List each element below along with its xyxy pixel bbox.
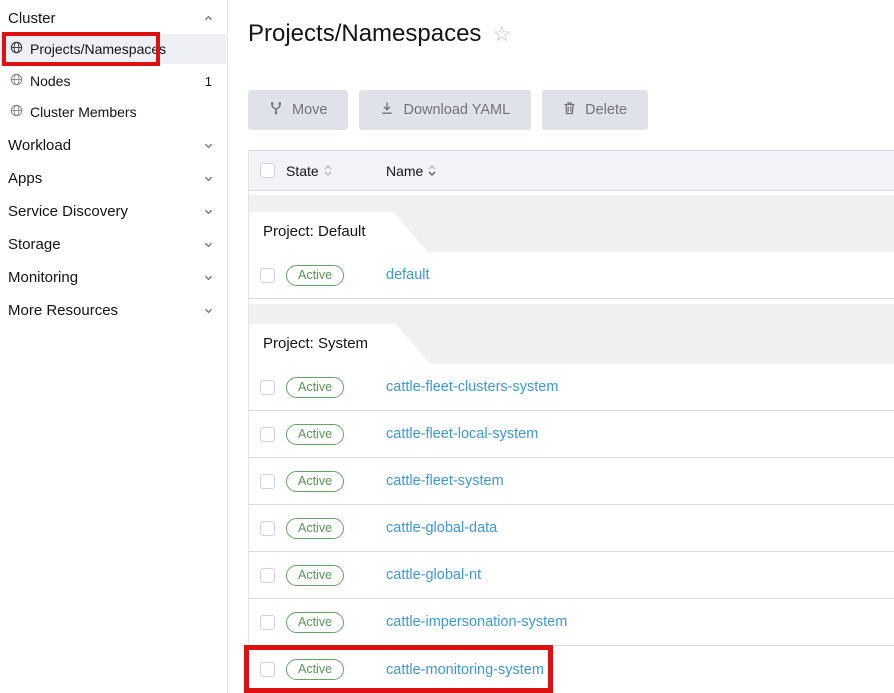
row-checkbox[interactable] (260, 615, 275, 630)
chevron-down-icon (204, 207, 213, 216)
delete-button-label: Delete (585, 102, 627, 118)
globe-icon (10, 41, 23, 57)
table-row: Active default (249, 252, 894, 299)
row-checkbox[interactable] (260, 568, 275, 583)
status-badge: Active (286, 424, 344, 445)
sidebar-section-storage[interactable]: Storage (0, 231, 226, 257)
chevron-up-icon (204, 14, 213, 23)
namespace-link[interactable]: cattle-monitoring-system (386, 662, 544, 678)
move-button-label: Move (292, 102, 327, 118)
namespace-link[interactable]: cattle-impersonation-system (386, 614, 567, 630)
sidebar-item-cluster-members[interactable]: Cluster Members (0, 99, 226, 125)
namespace-link[interactable]: cattle-global-nt (386, 567, 481, 583)
status-badge: Active (286, 518, 344, 539)
sidebar-section-apps[interactable]: Apps (0, 165, 226, 191)
row-checkbox[interactable] (260, 474, 275, 489)
table-row: Active cattle-global-nt (249, 552, 894, 599)
state-column-label: State (286, 163, 319, 179)
main-content: Projects/Namespaces ☆ Move Download YAML (229, 0, 894, 693)
namespace-link[interactable]: cattle-fleet-system (386, 473, 504, 489)
column-header-state[interactable]: State (286, 163, 332, 179)
app-root: Cluster Projects/Namespaces Nodes 1 Clus… (0, 0, 894, 693)
row-checkbox[interactable] (260, 521, 275, 536)
row-checkbox[interactable] (260, 662, 275, 677)
status-badge: Active (286, 265, 344, 286)
name-column-label: Name (386, 163, 423, 179)
table-row: Active cattle-fleet-system (249, 458, 894, 505)
sidebar-section-workload[interactable]: Workload (0, 132, 226, 158)
fork-move-icon (269, 101, 292, 119)
chevron-down-icon (204, 273, 213, 282)
table-row: Active cattle-fleet-local-system (249, 411, 894, 458)
chevron-down-icon (204, 174, 213, 183)
group-row-default: Project: Default (249, 195, 894, 252)
sidebar-section-cluster-label: Cluster (8, 10, 56, 27)
sidebar-item-label: Projects/Namespaces (30, 41, 166, 57)
sidebar-section-monitoring[interactable]: Monitoring (0, 264, 226, 290)
namespaces-table: State Name (248, 150, 894, 693)
group-tab-label: Project: Default (249, 212, 428, 252)
chevron-down-icon (204, 306, 213, 315)
page-header: Projects/Namespaces ☆ (248, 20, 511, 48)
table-row-monitoring-system: Active cattle-monitoring-system (249, 646, 894, 693)
namespace-link[interactable]: cattle-global-data (386, 520, 497, 536)
row-checkbox[interactable] (260, 427, 275, 442)
sidebar-section-label: More Resources (8, 302, 118, 319)
sidebar-section-service-discovery[interactable]: Service Discovery (0, 198, 226, 224)
sidebar-item-nodes[interactable]: Nodes 1 (0, 68, 226, 94)
sidebar-item-label: Nodes (30, 73, 70, 89)
table-row: Active cattle-global-data (249, 505, 894, 552)
table-row: Active cattle-impersonation-system (249, 599, 894, 646)
group-tab-label: Project: System (249, 324, 430, 364)
toolbar: Move Download YAML Delete (248, 90, 648, 130)
chevron-down-icon (204, 240, 213, 249)
sidebar-section-label: Monitoring (8, 269, 78, 286)
namespace-link[interactable]: cattle-fleet-clusters-system (386, 379, 558, 395)
table-header-row: State Name (249, 151, 894, 191)
status-badge: Active (286, 377, 344, 398)
status-badge: Active (286, 471, 344, 492)
status-badge: Active (286, 565, 344, 586)
row-checkbox[interactable] (260, 380, 275, 395)
globe-icon (10, 104, 23, 120)
sidebar-item-projects-namespaces[interactable]: Projects/Namespaces (0, 34, 226, 64)
column-header-name[interactable]: Name (386, 163, 436, 179)
sort-icon (324, 165, 332, 176)
status-badge: Active (286, 659, 344, 680)
favorite-star-icon[interactable]: ☆ (492, 24, 511, 45)
select-all-checkbox[interactable] (260, 163, 275, 178)
namespace-link[interactable]: cattle-fleet-local-system (386, 426, 538, 442)
trash-icon (563, 101, 585, 119)
namespace-link[interactable]: default (386, 267, 430, 283)
row-checkbox[interactable] (260, 268, 275, 283)
nodes-count-badge: 1 (205, 74, 226, 89)
group-row-system: Project: System (249, 304, 894, 364)
sidebar-section-label: Apps (8, 170, 42, 187)
download-icon (380, 101, 403, 119)
sidebar-section-cluster[interactable]: Cluster (0, 6, 226, 30)
status-badge: Active (286, 612, 344, 633)
chevron-down-icon (204, 141, 213, 150)
sidebar: Cluster Projects/Namespaces Nodes 1 Clus… (0, 0, 228, 693)
sidebar-section-label: Workload (8, 137, 71, 154)
move-button[interactable]: Move (248, 90, 348, 130)
page-title: Projects/Namespaces (248, 20, 481, 48)
sidebar-item-label: Cluster Members (30, 104, 137, 120)
globe-icon (10, 73, 23, 89)
delete-button[interactable]: Delete (542, 90, 648, 130)
sidebar-section-label: Storage (8, 236, 61, 253)
download-yaml-button-label: Download YAML (403, 102, 510, 118)
download-yaml-button[interactable]: Download YAML (359, 90, 531, 130)
sidebar-section-more-resources[interactable]: More Resources (0, 297, 226, 323)
sort-icon (428, 165, 436, 176)
sidebar-section-label: Service Discovery (8, 203, 128, 220)
table-row: Active cattle-fleet-clusters-system (249, 364, 894, 411)
